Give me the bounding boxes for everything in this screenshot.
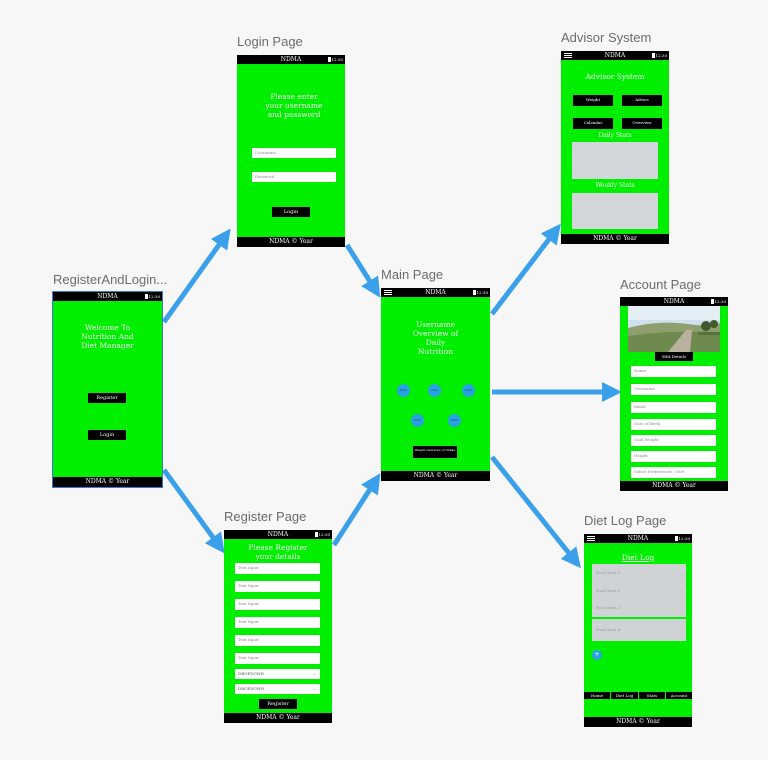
register-field-4[interactable]: Text Input	[235, 617, 320, 628]
nutrient-circle-2[interactable]: Item	[428, 384, 441, 397]
screen-label-account: Account Page	[620, 277, 701, 292]
chevron-down-icon: ⌄	[312, 671, 316, 676]
status-bar: NDMA 12:30	[620, 297, 728, 306]
advisor-screen[interactable]: NDMA 12:30 Advisor System Weight Advice C…	[561, 51, 669, 244]
account-screen[interactable]: NDMA 12:30 Edit Details Name Username Ema…	[620, 297, 728, 491]
weekly-stats-box	[572, 193, 658, 229]
login-screen[interactable]: NDMA 12:30 Please enter your username and…	[237, 55, 345, 247]
chevron-right-icon: ›	[680, 627, 682, 632]
arrow-login-to-main	[344, 243, 381, 298]
footer: NDMA © Year	[381, 471, 490, 481]
edit-details-button[interactable]: Edit Details	[655, 352, 693, 361]
chevron-down-icon: ⌄	[312, 686, 316, 691]
register-field-6[interactable]: Text Input	[235, 653, 320, 664]
account-goal-weight-field[interactable]: Goal Weight	[631, 435, 716, 446]
screen-label-main: Main Page	[381, 267, 444, 282]
food-item-row[interactable]: Food Item 4 ›	[592, 619, 686, 641]
login-button[interactable]: Login	[88, 430, 126, 440]
add-food-button[interactable]: +	[592, 650, 602, 660]
profile-landscape-image	[628, 306, 720, 352]
screen-label-register: Register Page	[224, 509, 307, 524]
status-bar: NDMA 12:30	[53, 292, 162, 301]
weight-button[interactable]: Weight	[573, 95, 613, 106]
bottom-tab-bar: Home Diet Log Stats Account	[584, 692, 692, 699]
dietlog-title: Diet Log	[621, 553, 655, 562]
login-instructions: Please enter your username and password	[265, 92, 323, 119]
register-dropdown-1[interactable]: DROPDOWN ⌄	[235, 669, 320, 679]
nutrient-circle-1[interactable]: Item	[397, 384, 410, 397]
register-button[interactable]: Register	[88, 393, 126, 403]
register-title: Please Register your details	[248, 543, 308, 561]
screen-label-dietlog: Diet Log Page	[584, 513, 667, 528]
screen-label-advisor: Advisor System	[561, 30, 652, 45]
weight-overview-button[interactable]: Weight Overview of Intake	[413, 446, 457, 458]
status-bar: NDMA 12:30	[381, 288, 490, 297]
register-field-3[interactable]: Text Input	[235, 599, 320, 610]
overview-title: Username Overview of Daily Nutrition	[412, 320, 459, 356]
menu-icon[interactable]	[384, 290, 392, 295]
dietlog-screen[interactable]: NDMA 12:30 Diet Log Food Item 1 › Food Ite…	[584, 534, 692, 727]
login-submit-button[interactable]: Login	[272, 207, 310, 217]
nutrient-circle-3[interactable]: Item	[462, 384, 475, 397]
footer: NDMA © Year	[620, 481, 728, 491]
footer: NDMA © Year	[561, 234, 669, 244]
daily-stats-box	[572, 142, 658, 179]
tab-stats[interactable]: Stats	[639, 692, 665, 699]
screen-label-register-login: RegisterAndLogin...	[53, 272, 168, 287]
menu-icon[interactable]	[564, 53, 572, 58]
overview-button[interactable]: Overview	[622, 118, 662, 129]
register-screen[interactable]: NDMA 12:30 Please Register your details T…	[224, 530, 332, 723]
calendar-button[interactable]: Calendar	[573, 118, 613, 129]
username-field[interactable]: Username	[252, 148, 336, 158]
tab-home[interactable]: Home	[584, 692, 610, 699]
main-screen[interactable]: NDMA 12:30 Username Overview of Daily Nut…	[381, 288, 490, 481]
register-field-5[interactable]: Text Input	[235, 635, 320, 646]
tab-account[interactable]: Account	[666, 692, 692, 699]
status-bar: NDMA 12:30	[584, 534, 692, 543]
account-dob-field[interactable]: Date of Birth	[631, 419, 716, 430]
footer: NDMA © Year	[224, 713, 332, 723]
account-name-field[interactable]: Name	[631, 366, 716, 377]
advisor-title: Advisor System	[585, 72, 645, 81]
nutrient-circle-4[interactable]: Item	[411, 414, 424, 427]
account-username-field[interactable]: Username	[631, 384, 716, 395]
advice-button[interactable]: Advice	[622, 95, 662, 106]
chevron-right-icon: ›	[680, 570, 682, 575]
account-preferences-field[interactable]: Select Preferences / Diet	[631, 467, 716, 478]
footer: NDMA © Year	[53, 477, 162, 487]
nutrient-circle-5[interactable]: Item	[448, 414, 461, 427]
status-bar: NDMA 12:30	[224, 530, 332, 539]
weekly-stats-label: Weekly Stats	[595, 182, 635, 189]
register-dropdown-2[interactable]: DROPDOWN ⌄	[235, 684, 320, 694]
menu-icon[interactable]	[587, 536, 595, 541]
food-item-row[interactable]: Food Item 2 ›	[592, 582, 686, 599]
footer: NDMA © Year	[237, 237, 345, 247]
footer: NDMA © Year	[584, 717, 692, 727]
register-field-2[interactable]: Text Input	[235, 581, 320, 592]
arrow-main-to-dietlog	[490, 455, 581, 569]
register-login-screen[interactable]: NDMA 12:30 Welcome To Nutrition And Diet …	[52, 291, 163, 488]
password-field[interactable]: Password	[252, 172, 336, 182]
daily-stats-label: Daily Stats	[598, 132, 632, 139]
chevron-right-icon: ›	[680, 605, 682, 610]
arrow-main-to-advisor	[490, 223, 561, 316]
status-bar: NDMA 12:30	[561, 51, 669, 60]
register-field-1[interactable]: Text Input	[235, 563, 320, 574]
welcome-title: Welcome To Nutrition And Diet Manager	[81, 323, 134, 350]
register-submit-button[interactable]: Register	[259, 699, 297, 709]
arrow-register-to-main	[331, 473, 381, 547]
account-email-field[interactable]: Email	[631, 402, 716, 413]
arrow-landing-to-register	[161, 468, 225, 554]
account-height-field[interactable]: Height	[631, 451, 716, 462]
food-item-row[interactable]: Food Item 3 ›	[592, 599, 686, 617]
arrow-landing-to-login	[161, 228, 231, 324]
screen-label-login: Login Page	[237, 34, 303, 49]
status-bar: NDMA 12:30	[237, 55, 345, 64]
tab-diet-log[interactable]: Diet Log	[611, 692, 638, 699]
food-item-row[interactable]: Food Item 1 ›	[592, 564, 686, 582]
chevron-right-icon: ›	[680, 588, 682, 593]
